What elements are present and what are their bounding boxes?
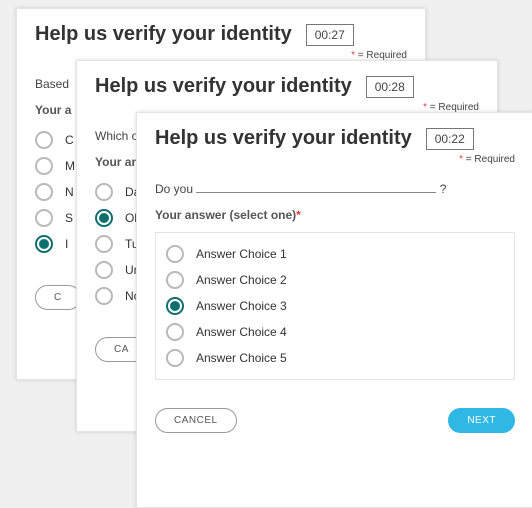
option-label: M bbox=[65, 159, 75, 173]
answer-instruction: Your answer (select one)* bbox=[155, 208, 515, 222]
timer-badge: 00:28 bbox=[366, 76, 414, 98]
radio-icon bbox=[95, 183, 113, 201]
radio-icon bbox=[166, 245, 184, 263]
card-body: Do you ? Your answer (select one)* Answe… bbox=[137, 173, 532, 390]
radio-icon bbox=[35, 183, 53, 201]
timer-badge: 00:27 bbox=[306, 24, 354, 46]
radio-icon bbox=[95, 235, 113, 253]
question-text: Do you ? bbox=[155, 181, 515, 196]
radio-icon bbox=[35, 157, 53, 175]
radio-icon bbox=[95, 209, 113, 227]
radio-icon bbox=[35, 235, 53, 253]
radio-icon bbox=[166, 349, 184, 367]
next-button[interactable]: NEXT bbox=[448, 408, 515, 433]
radio-icon bbox=[166, 297, 184, 315]
option-label: Answer Choice 5 bbox=[196, 351, 287, 365]
card-header: Help us verify your identity 00:28 bbox=[77, 61, 497, 102]
radio-icon bbox=[95, 261, 113, 279]
option-2[interactable]: Answer Choice 2 bbox=[166, 267, 504, 293]
option-5[interactable]: Answer Choice 5 bbox=[166, 345, 504, 371]
option-label: S bbox=[65, 211, 73, 225]
required-label: = Required bbox=[466, 154, 515, 165]
option-label: I bbox=[65, 237, 68, 251]
question-suffix: ? bbox=[440, 182, 447, 196]
timer-badge: 00:22 bbox=[426, 128, 474, 150]
option-label: Answer Choice 2 bbox=[196, 273, 287, 287]
card-header: Help us verify your identity 00:27 bbox=[17, 9, 425, 50]
radio-icon bbox=[95, 287, 113, 305]
option-list: Answer Choice 1 Answer Choice 2 Answer C… bbox=[155, 232, 515, 380]
cancel-button[interactable]: C bbox=[35, 285, 81, 310]
verify-card-3: Help us verify your identity 00:22 * = R… bbox=[136, 112, 532, 508]
card-title: Help us verify your identity bbox=[95, 75, 352, 98]
radio-icon bbox=[166, 323, 184, 341]
card-header: Help us verify your identity 00:22 bbox=[137, 113, 532, 154]
instruction-label: Your answer (select one) bbox=[155, 208, 296, 222]
blank-line bbox=[196, 181, 436, 193]
card-title: Help us verify your identity bbox=[155, 127, 412, 150]
option-label: N bbox=[65, 185, 74, 199]
option-label: Answer Choice 3 bbox=[196, 299, 287, 313]
question-prefix: Do you bbox=[155, 182, 193, 196]
option-label: Answer Choice 4 bbox=[196, 325, 287, 339]
option-label: C bbox=[65, 133, 74, 147]
required-note: * = Required bbox=[137, 154, 532, 173]
card-title: Help us verify your identity bbox=[35, 23, 292, 46]
cancel-button[interactable]: CANCEL bbox=[155, 408, 237, 433]
radio-icon bbox=[35, 131, 53, 149]
option-4[interactable]: Answer Choice 4 bbox=[166, 319, 504, 345]
radio-icon bbox=[166, 271, 184, 289]
option-label: Answer Choice 1 bbox=[196, 247, 287, 261]
option-3[interactable]: Answer Choice 3 bbox=[166, 293, 504, 319]
radio-icon bbox=[35, 209, 53, 227]
option-1[interactable]: Answer Choice 1 bbox=[166, 241, 504, 267]
card-footer: CANCEL NEXT bbox=[137, 390, 532, 451]
